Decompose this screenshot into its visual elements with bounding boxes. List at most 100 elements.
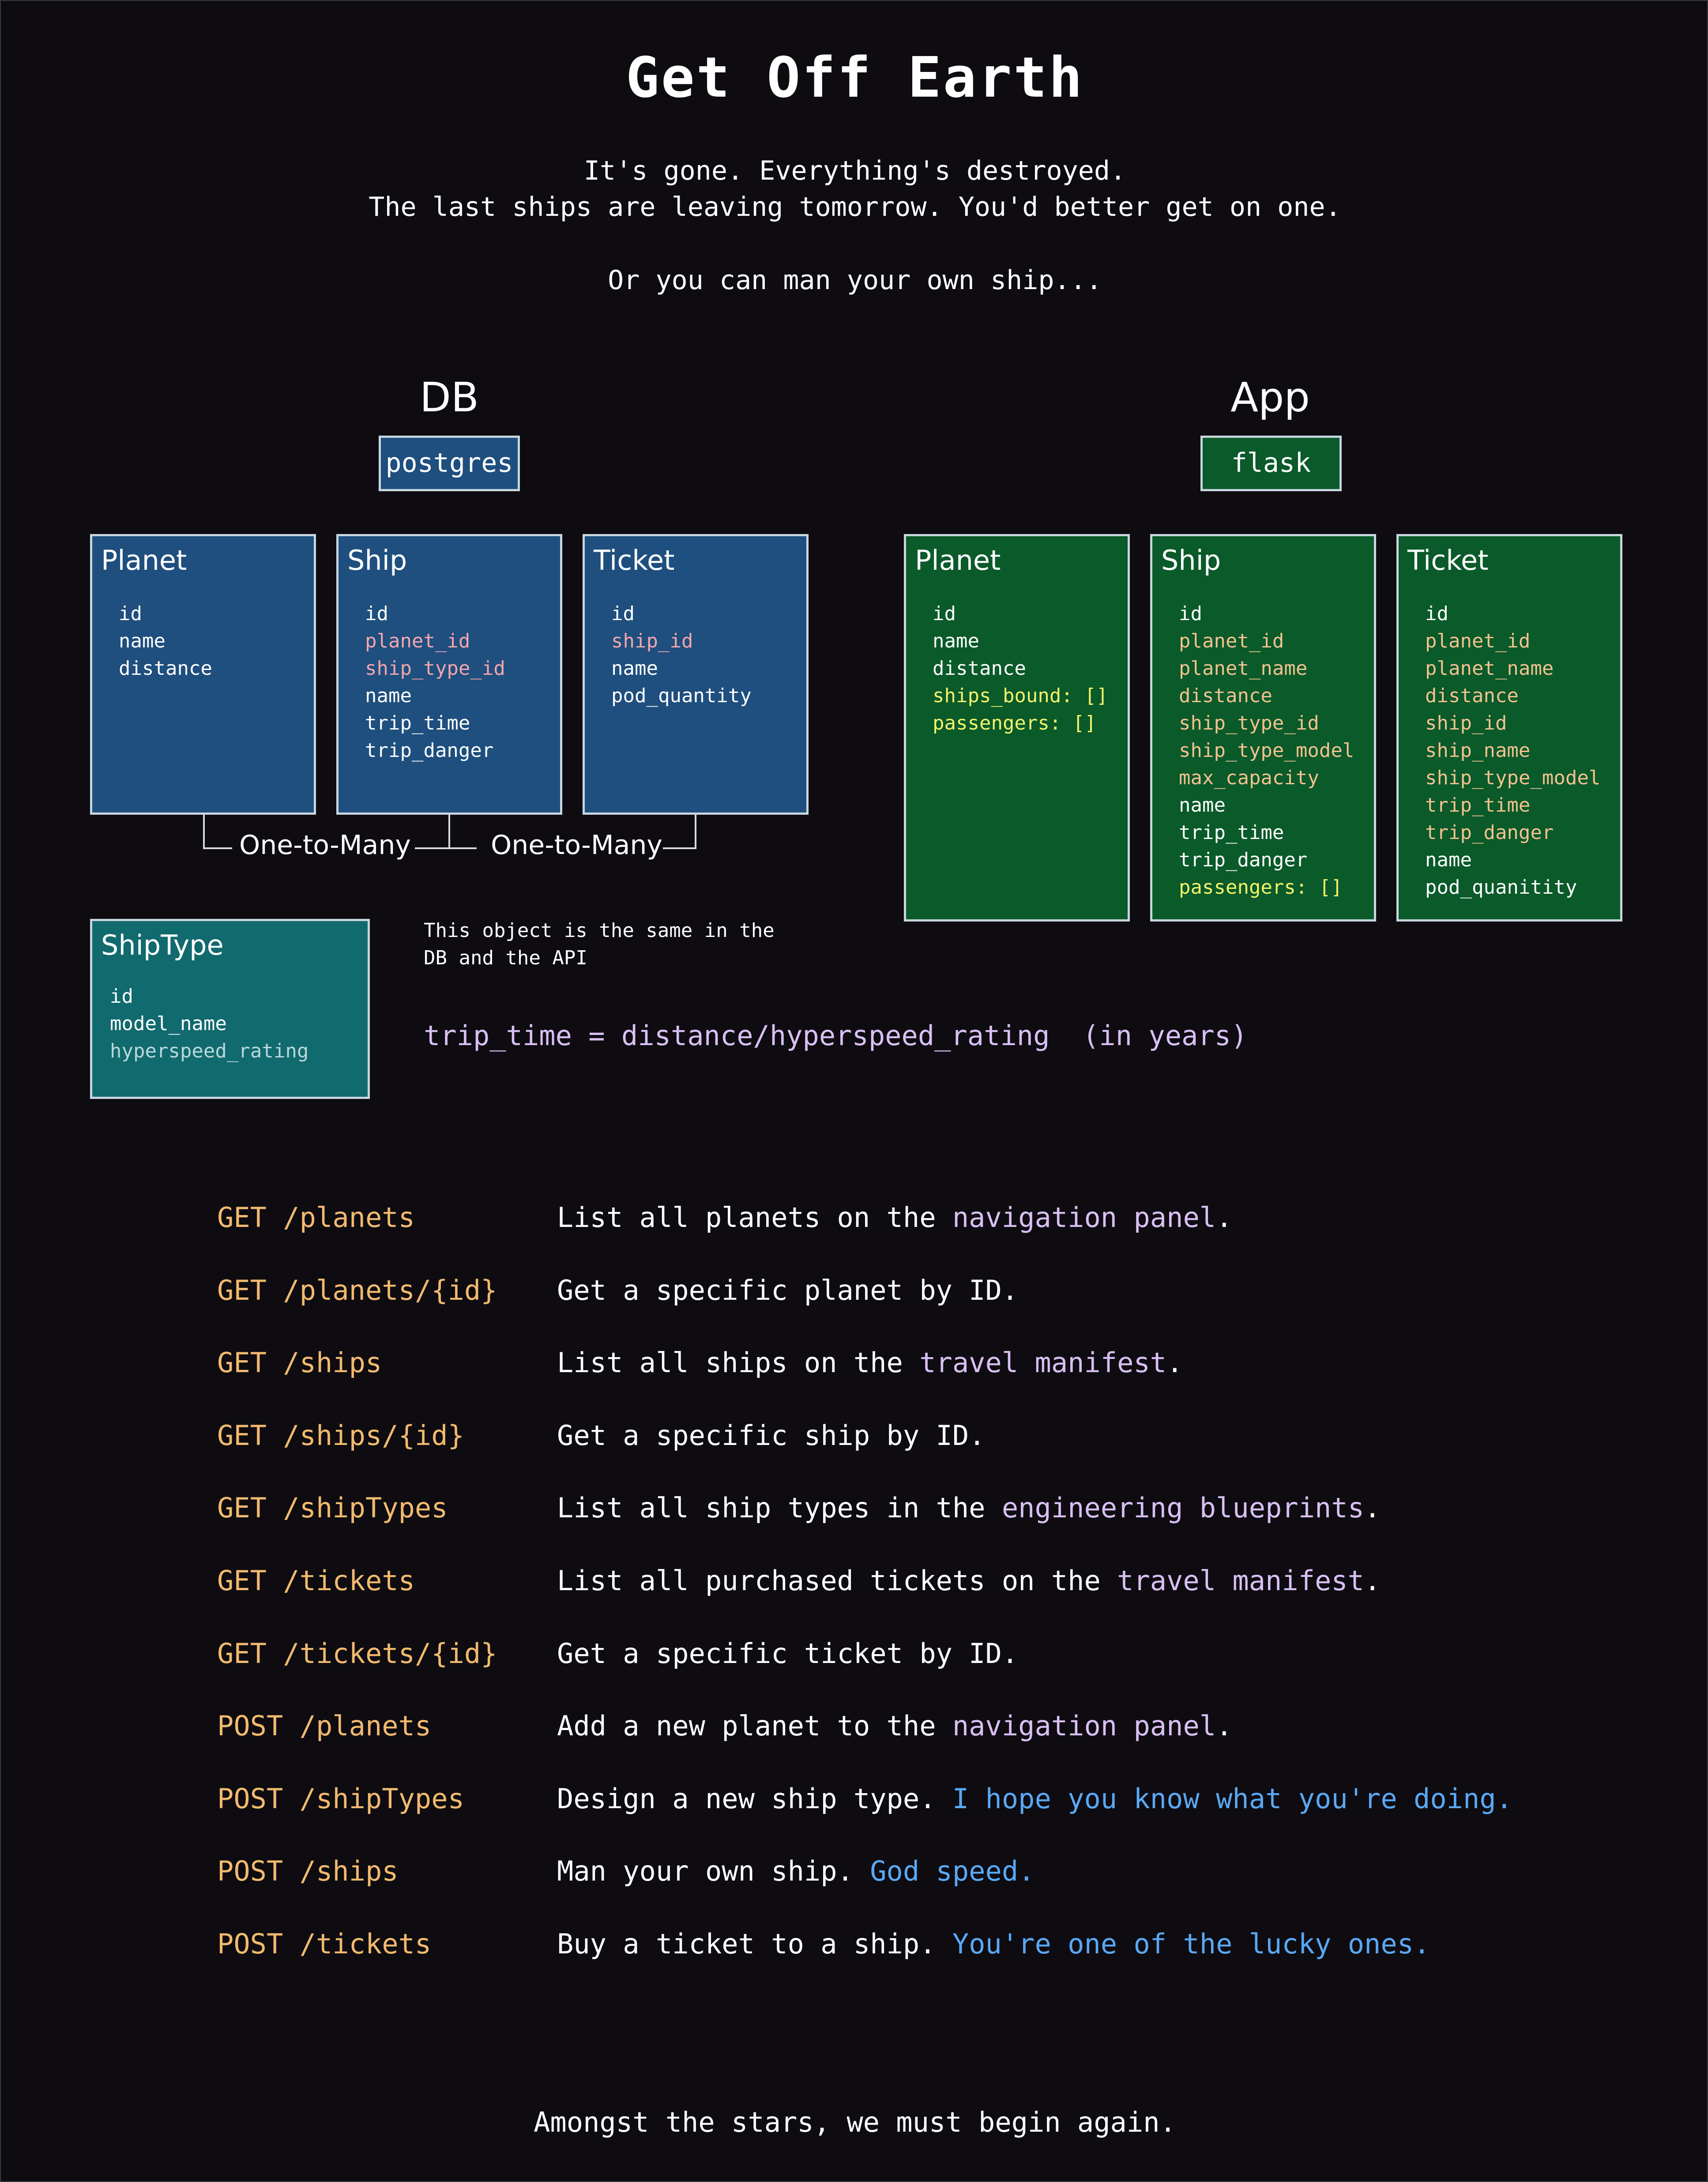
- db-ticket-fields: id ship_id name pod_quantity: [611, 600, 752, 710]
- footer-tagline: Amongst the stars, we must begin again.: [534, 2106, 1176, 2138]
- endpoint-text: .: [1364, 1565, 1381, 1597]
- endpoint-quip: I hope you know what you're doing.: [952, 1783, 1512, 1815]
- field: distance: [933, 657, 1026, 680]
- field: name: [119, 630, 166, 652]
- relation-connector: [203, 815, 205, 849]
- endpoint-route: GET /ships/{id}: [217, 1419, 464, 1452]
- db-ship-fields: id planet_id ship_type_id name trip_time…: [365, 600, 505, 764]
- db-planet-table: Planet id name distance: [90, 534, 316, 815]
- field: id: [119, 602, 142, 625]
- relation-label-ship-ticket: One-to-Many: [491, 830, 662, 861]
- endpoint-route: GET /shipTypes: [217, 1492, 448, 1524]
- app-ticket-fields: id planet_id planet_name distance ship_i…: [1425, 600, 1600, 901]
- endpoint-text: List all purchased tickets on the: [557, 1565, 1117, 1597]
- derived-field: planet_id: [1179, 630, 1284, 652]
- endpoint-text: List all planets on the: [557, 1201, 952, 1234]
- shiptype-note-line-2: DB and the API: [424, 947, 587, 969]
- endpoint-description: List all ship types in the engineering b…: [557, 1492, 1381, 1524]
- endpoint-route: GET /ships: [217, 1347, 382, 1379]
- derived-field: ship_name: [1425, 739, 1531, 762]
- db-ticket-table: Ticket id ship_id name pod_quantity: [583, 534, 809, 815]
- db-planet-title: Planet: [101, 544, 187, 576]
- endpoint-route: POST /planets: [217, 1710, 432, 1742]
- field: id: [933, 602, 956, 625]
- endpoint-quip: God speed.: [870, 1855, 1035, 1887]
- array-field: passengers: []: [933, 712, 1096, 734]
- endpoint-quip: You're one of the lucky ones.: [952, 1928, 1430, 1960]
- endpoint-description: Get a specific planet by ID.: [557, 1274, 1018, 1306]
- field: distance: [119, 657, 212, 680]
- field: id: [1179, 602, 1202, 625]
- derived-field: ship_type_model: [1179, 739, 1354, 762]
- endpoint-text: List all ship types in the: [557, 1492, 1002, 1524]
- app-ship-fields: id planet_id planet_name distance ship_t…: [1179, 600, 1354, 901]
- field: name: [1425, 849, 1472, 871]
- trip-time-formula: trip_time = distance/hyperspeed_rating (…: [424, 1020, 1248, 1052]
- endpoint-text: .: [1364, 1492, 1381, 1524]
- app-planet-model: Planet id name distance ships_bound: [] …: [904, 534, 1130, 922]
- endpoint-route: POST /shipTypes: [217, 1783, 464, 1815]
- db-heading: DB: [420, 374, 479, 421]
- intro-line-2: The last ships are leaving tomorrow. You…: [369, 192, 1341, 222]
- app-ticket-title: Ticket: [1407, 544, 1489, 576]
- endpoint-description: List all planets on the navigation panel…: [557, 1201, 1232, 1234]
- relation-connector: [415, 847, 477, 849]
- endpoint-route: GET /planets/{id}: [217, 1274, 497, 1306]
- endpoint-description: Get a specific ticket by ID.: [557, 1637, 1018, 1670]
- derived-field: planet_name: [1425, 657, 1554, 680]
- field: id: [365, 602, 388, 625]
- endpoint-text: .: [1166, 1347, 1183, 1379]
- endpoint-text: Man your own ship.: [557, 1855, 870, 1887]
- endpoint-text: List all ships on the: [557, 1347, 920, 1379]
- relation-connector: [663, 847, 696, 849]
- derived-field: ship_id: [1425, 712, 1507, 734]
- db-ticket-title: Ticket: [594, 544, 675, 576]
- endpoint-highlight: navigation panel: [952, 1710, 1216, 1742]
- endpoint-description: List all ships on the travel manifest.: [557, 1347, 1183, 1379]
- field: name: [611, 657, 658, 680]
- derived-field: trip_danger: [1425, 821, 1554, 844]
- endpoint-text: Design a new ship type.: [557, 1783, 952, 1815]
- shiptype-table: ShipType id model_name hyperspeed_rating: [90, 919, 370, 1099]
- endpoint-highlight: travel manifest: [1117, 1565, 1365, 1597]
- field: id: [611, 602, 635, 625]
- endpoint-text: Add a new planet to the: [557, 1710, 952, 1742]
- shiptype-note-line-1: This object is the same in the: [424, 919, 775, 942]
- relation-connector: [203, 847, 232, 849]
- derived-field: trip_time: [1425, 794, 1531, 816]
- derived-field: distance: [1425, 685, 1519, 707]
- endpoint-text: Get a specific planet by ID.: [557, 1274, 1019, 1306]
- derived-field: max_capacity: [1179, 767, 1319, 789]
- endpoint-description: Design a new ship type. I hope you know …: [557, 1783, 1512, 1815]
- flask-tag: flask: [1200, 436, 1342, 491]
- endpoint-route: GET /tickets/{id}: [217, 1637, 497, 1670]
- derived-field: distance: [1179, 685, 1272, 707]
- relation-connector: [695, 815, 696, 849]
- app-ticket-model: Ticket id planet_id planet_name distance…: [1396, 534, 1622, 922]
- derived-field: ship_type_model: [1425, 767, 1601, 789]
- endpoint-description: Buy a ticket to a ship. You're one of th…: [557, 1928, 1430, 1960]
- foreign-key-field: planet_id: [365, 630, 470, 652]
- app-heading: App: [1230, 374, 1310, 421]
- endpoint-route: GET /planets: [217, 1201, 415, 1234]
- shiptype-fields: id model_name hyperspeed_rating: [110, 983, 308, 1065]
- derived-field: planet_id: [1425, 630, 1531, 652]
- derived-field: ship_type_id: [1179, 712, 1319, 734]
- page: Get Off Earth It's gone. Everything's de…: [0, 0, 1708, 2182]
- field: trip_danger: [1179, 849, 1308, 871]
- app-planet-title: Planet: [915, 544, 1001, 576]
- endpoint-route: GET /tickets: [217, 1565, 415, 1597]
- page-title: Get Off Earth: [625, 45, 1084, 110]
- endpoint-description: Add a new planet to the navigation panel…: [557, 1710, 1232, 1742]
- field: name: [365, 685, 412, 707]
- field: name: [933, 630, 979, 652]
- endpoint-highlight: engineering blueprints: [1001, 1492, 1365, 1524]
- app-ship-title: Ship: [1161, 544, 1221, 576]
- endpoint-description: Man your own ship. God speed.: [557, 1855, 1035, 1887]
- field: name: [1179, 794, 1226, 816]
- field: pod_quanitity: [1425, 876, 1577, 899]
- db-planet-fields: id name distance: [119, 600, 212, 682]
- endpoint-highlight: travel manifest: [919, 1347, 1167, 1379]
- db-ship-title: Ship: [347, 544, 407, 576]
- foreign-key-field: ship_id: [611, 630, 693, 652]
